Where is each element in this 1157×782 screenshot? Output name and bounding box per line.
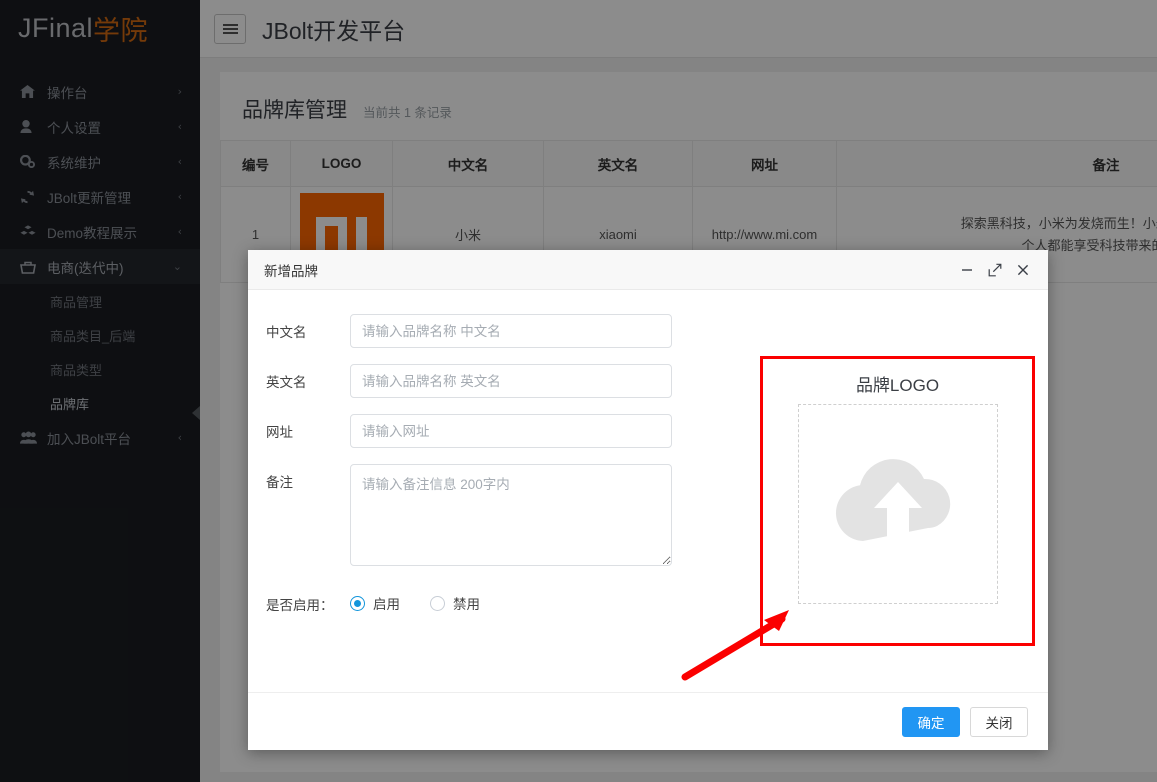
field-label-remark: 备注 (266, 475, 293, 490)
logo-panel-title: 品牌LOGO (855, 376, 940, 395)
field-label-en-name: 英文名 (266, 375, 307, 390)
dialog-title: 新增品牌 (264, 263, 318, 279)
en-name-input[interactable] (350, 364, 672, 398)
minimize-icon[interactable] (954, 257, 980, 283)
cloud-upload-icon (835, 459, 950, 542)
dialog-title-bar: 新增品牌 (248, 250, 1048, 290)
radio-option-enable[interactable]: 启用 (350, 593, 400, 613)
close-button[interactable]: 关闭 (970, 706, 1028, 737)
logo-upload-dropzone[interactable] (797, 404, 998, 604)
confirm-button[interactable]: 确定 (902, 706, 960, 737)
radio-label: 禁用 (453, 597, 480, 612)
remark-textarea[interactable] (350, 464, 672, 566)
field-label-url: 网址 (266, 425, 293, 440)
brand-logo-panel: 品牌LOGO (760, 356, 1035, 646)
add-brand-dialog: 新增品牌 中文名 请输入品牌名称 中文名 英文名 请输入品牌名称 英文名 网址 … (248, 250, 1048, 750)
radio-dot-selected (350, 595, 365, 611)
app-root: JFinal 学院 操作台 › 个人设置 ‹ 系统维护 ‹ JBolt更新管理 … (0, 0, 1157, 782)
enable-radio-group: 启用 禁用 (350, 587, 718, 613)
maximize-icon[interactable] (982, 257, 1008, 283)
field-label-cn-name: 中文名 (266, 325, 307, 340)
form-row-enable: 是否启用： 启用 禁用 (266, 587, 718, 614)
form-row-url: 网址 (266, 414, 718, 448)
brand-form: 中文名 英文名 网址 (248, 314, 718, 692)
field-label-enable: 是否启用： (266, 598, 334, 613)
dialog-footer: 确定 关闭 (248, 692, 1048, 750)
radio-label: 启用 (373, 597, 400, 612)
radio-option-disable[interactable]: 禁用 (430, 593, 480, 613)
close-icon[interactable] (1010, 257, 1036, 283)
url-input[interactable] (350, 414, 672, 448)
form-row-en-name: 英文名 (266, 364, 718, 398)
radio-dot (430, 595, 445, 611)
dialog-body: 中文名 英文名 网址 (248, 290, 1048, 692)
form-row-cn-name: 中文名 (266, 314, 718, 348)
form-row-remark: 备注 (266, 464, 718, 571)
cn-name-input[interactable] (350, 314, 672, 348)
